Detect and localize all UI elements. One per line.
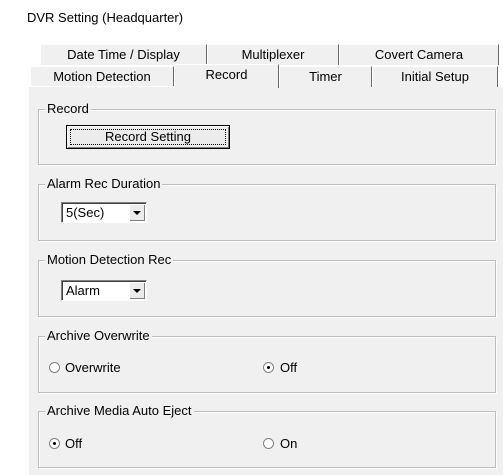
chevron-down-icon[interactable] [129,282,145,299]
archive-media-auto-eject-legend: Archive Media Auto Eject [45,403,194,418]
tab-timer[interactable]: Timer [279,66,372,87]
alarm-rec-duration-legend: Alarm Rec Duration [45,176,163,191]
tab-initial-setup[interactable]: Initial Setup [372,66,498,87]
motion-detection-rec-select[interactable]: Alarm [61,280,147,301]
alarm-rec-duration-select[interactable]: 5(Sec) [61,202,147,223]
motion-detection-rec-legend: Motion Detection Rec [45,252,174,267]
tab-date-time-display[interactable]: Date Time / Display [40,44,207,65]
auto-eject-off-radio[interactable] [49,438,60,449]
overwrite-label[interactable]: Overwrite [65,360,121,375]
auto-eject-on-label[interactable]: On [280,436,297,451]
overwrite-radio[interactable] [49,362,60,373]
tab-covert-camera[interactable]: Covert Camera [339,44,499,65]
tab-motion-detection[interactable]: Motion Detection [30,66,174,87]
record-setting-button[interactable]: Record Setting [66,125,230,149]
tab-multiplexer[interactable]: Multiplexer [207,44,339,65]
chevron-down-icon[interactable] [129,204,145,221]
alarm-rec-duration-value: 5(Sec) [66,205,105,220]
motion-detection-rec-value: Alarm [66,283,100,298]
button-focus-rect [70,129,226,145]
archive-overwrite-legend: Archive Overwrite [45,328,152,343]
record-legend: Record [45,101,91,116]
auto-eject-off-label[interactable]: Off [65,436,82,451]
auto-eject-on-radio[interactable] [263,438,274,449]
overwrite-off-label[interactable]: Off [280,360,297,375]
overwrite-off-radio[interactable] [263,362,274,373]
tab-record[interactable]: Record [174,64,279,88]
window-title: DVR Setting (Headquarter) [27,10,184,25]
